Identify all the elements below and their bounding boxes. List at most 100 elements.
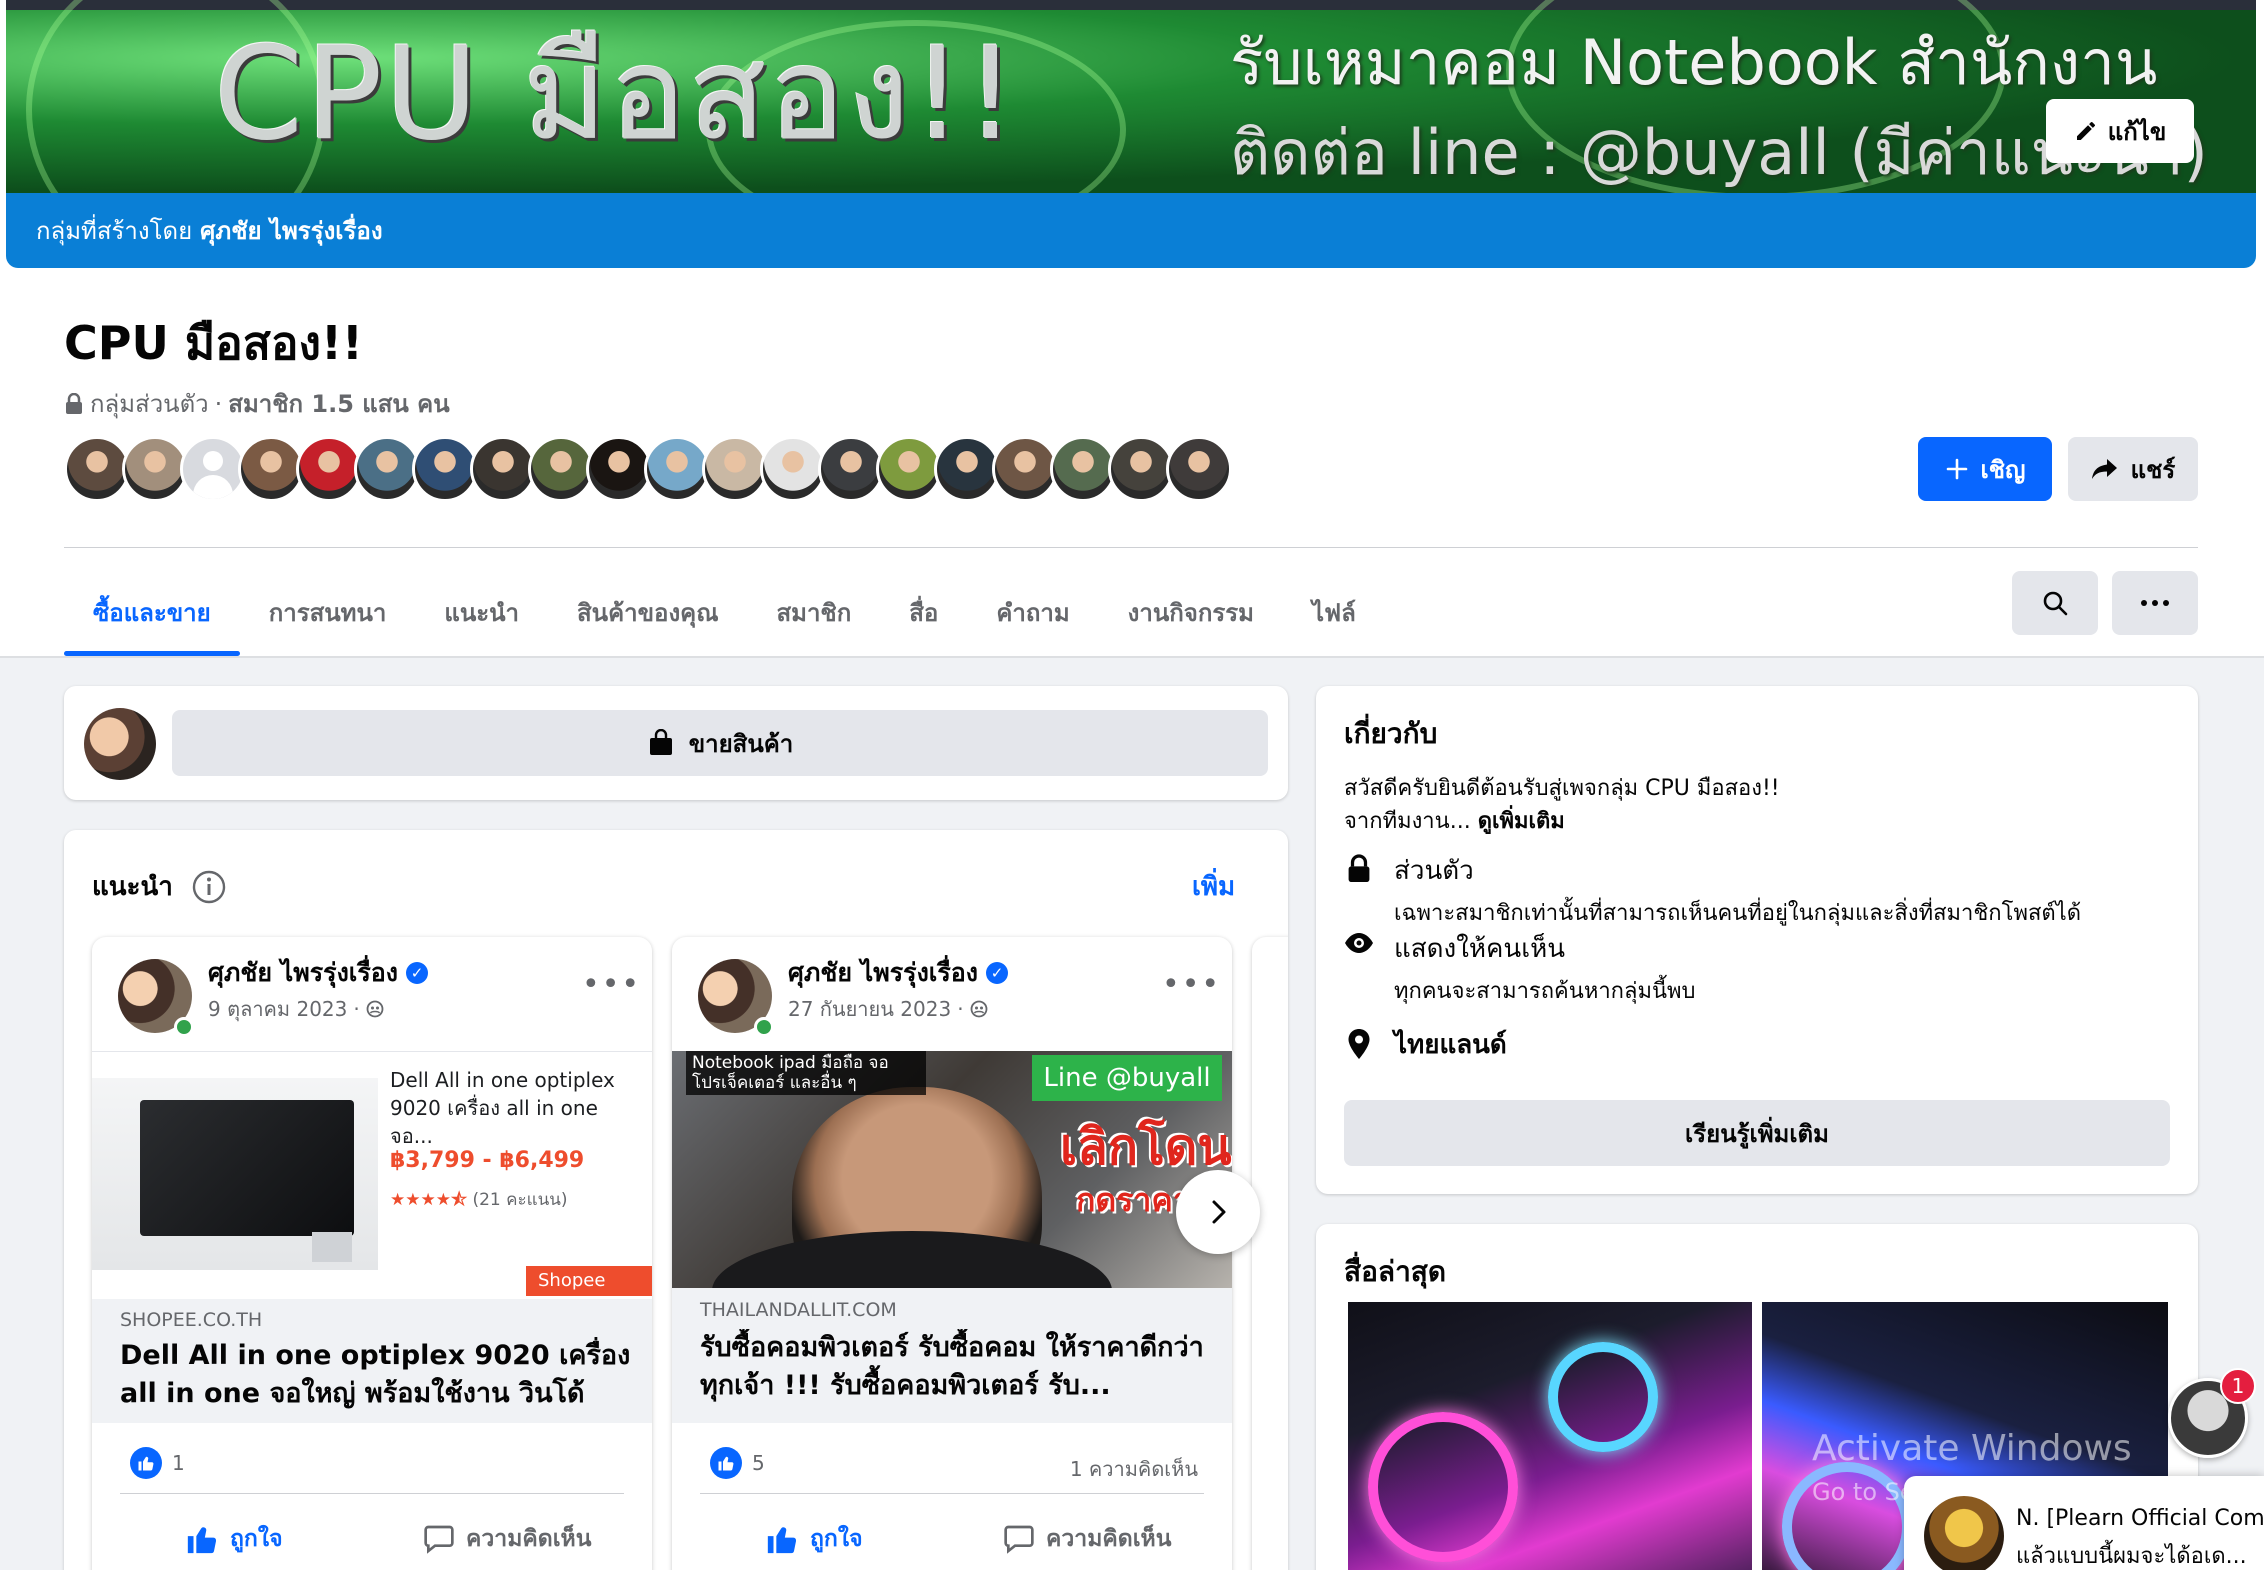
featured-more-link[interactable]: เพิ่ม bbox=[1192, 866, 1235, 907]
link-headline[interactable]: รับซื้อคอมพิวเตอร์ รับซื้อคอม ให้ราคาดีก… bbox=[700, 1329, 1212, 1405]
member-avatar[interactable] bbox=[528, 436, 594, 502]
about-title: เกี่ยวกับ bbox=[1344, 717, 1438, 750]
member-avatar[interactable] bbox=[1166, 436, 1232, 502]
post-date[interactable]: 27 กันยายน 2023 · bbox=[788, 993, 988, 1025]
about-desc-line-2: จากทีมงาน... bbox=[1344, 809, 1471, 834]
video-thumbnail[interactable]: Notebook ipad มือถือ จอ โปรเจ็คเตอร์ และ… bbox=[672, 1051, 1232, 1288]
toast-message: แล้วแบบนี้ผมจะได้อเด... bbox=[2016, 1544, 2247, 1569]
member-avatar[interactable] bbox=[818, 436, 884, 502]
member-avatar[interactable] bbox=[1050, 436, 1116, 502]
featured-card: แนะนำ เพิ่ม ศุภชัย ไพรรุ่งเรื่อง ✓ 9 ตุล… bbox=[64, 830, 1288, 1570]
member-avatar[interactable] bbox=[1108, 436, 1174, 502]
featured-post[interactable]: ศุภชัย ไพรรุ่งเรื่อง ✓ 27 กันยายน 2023 ·… bbox=[672, 937, 1232, 1570]
member-avatar[interactable] bbox=[412, 436, 478, 502]
visible-description: ทุกคนจะสามารถค้นหากลุ่มนี้พบ bbox=[1394, 979, 1696, 1004]
tab-3[interactable]: สินค้าของคุณ bbox=[548, 568, 747, 656]
tab-5[interactable]: สื่อ bbox=[880, 568, 967, 656]
cover-photo[interactable]: CPU มือสอง!! รับเหมาคอม Notebook สำนักงา… bbox=[6, 0, 2256, 268]
link-domain: THAILANDALLIT.COM bbox=[700, 1299, 897, 1321]
reaction-summary[interactable]: 1 bbox=[130, 1447, 185, 1479]
comment-button[interactable]: ความคิดเห็น bbox=[1002, 1521, 1171, 1557]
featured-title: แนะนำ bbox=[92, 872, 173, 902]
chat-notification-toast[interactable]: N. [Plearn Official Community] แล้วแบบนี… bbox=[1904, 1476, 2264, 1570]
like-button[interactable]: ถูกใจ bbox=[184, 1521, 283, 1557]
current-user-avatar[interactable] bbox=[84, 708, 156, 780]
author-name[interactable]: ศุภชัย ไพรรุ่งเรื่อง bbox=[208, 953, 398, 993]
search-button[interactable] bbox=[2012, 571, 2098, 635]
info-icon[interactable] bbox=[191, 869, 227, 905]
tab-4[interactable]: สมาชิก bbox=[747, 568, 880, 656]
date-dot: · bbox=[957, 997, 964, 1021]
tab-8[interactable]: ไฟล์ bbox=[1283, 568, 1385, 656]
member-avatar[interactable] bbox=[876, 436, 942, 502]
member-avatar[interactable] bbox=[296, 436, 362, 502]
post-date-text[interactable]: 27 กันยายน 2023 bbox=[788, 993, 951, 1025]
video-caption: Notebook ipad มือถือ จอ โปรเจ็คเตอร์ และ… bbox=[686, 1051, 926, 1095]
like-button[interactable]: ถูกใจ bbox=[764, 1521, 863, 1557]
tab-6[interactable]: คำถาม bbox=[967, 568, 1098, 656]
post-options-icon[interactable]: ••• bbox=[582, 967, 641, 1002]
post-action-divider bbox=[700, 1493, 1204, 1494]
sell-item-label: ขายสินค้า bbox=[688, 729, 794, 758]
link-headline[interactable]: Dell All in one optiplex 9020 เครื่อง al… bbox=[120, 1337, 632, 1413]
edit-cover-button[interactable]: แก้ไข bbox=[2046, 99, 2194, 163]
learn-more-button[interactable]: เรียนรู้เพิ่มเติม bbox=[1344, 1100, 2170, 1166]
product-text: Dell All in one optiplex 9020 เครื่อง al… bbox=[390, 1068, 615, 1148]
member-avatar[interactable] bbox=[64, 436, 130, 502]
member-avatar[interactable] bbox=[586, 436, 652, 502]
see-more-link[interactable]: ดูเพิ่มเติม bbox=[1478, 809, 1565, 834]
more-options-button[interactable] bbox=[2112, 571, 2198, 635]
media-thumbnail[interactable] bbox=[1348, 1302, 1752, 1570]
member-avatars[interactable] bbox=[64, 436, 1232, 502]
member-avatar[interactable] bbox=[934, 436, 1000, 502]
more-dots-icon bbox=[2141, 600, 2169, 606]
post-date-text[interactable]: 9 ตุลาคม 2023 bbox=[208, 993, 347, 1025]
shopping-bag-icon bbox=[649, 729, 672, 755]
carousel-next-button[interactable] bbox=[1176, 1170, 1260, 1254]
tab-0[interactable]: ซื้อและขาย bbox=[64, 568, 240, 656]
member-avatar[interactable] bbox=[180, 436, 246, 502]
group-members-audience-icon bbox=[366, 1000, 384, 1018]
share-button[interactable]: แชร์ bbox=[2068, 437, 2198, 501]
invite-button[interactable]: เชิญ bbox=[1918, 437, 2052, 501]
post-date[interactable]: 9 ตุลาคม 2023 · bbox=[208, 993, 384, 1025]
rgb-fan-graphic bbox=[1368, 1412, 1518, 1562]
group-privacy[interactable]: กลุ่มส่วนตัว bbox=[90, 384, 209, 423]
member-avatar[interactable] bbox=[992, 436, 1058, 502]
member-avatar[interactable] bbox=[122, 436, 188, 502]
shopee-preview[interactable]: Dell All in one optiplex 9020 เครื่อง al… bbox=[92, 1051, 652, 1296]
member-avatar[interactable] bbox=[238, 436, 304, 502]
group-members-count[interactable]: สมาชิก 1.5 แสน คน bbox=[228, 384, 449, 423]
reaction-summary[interactable]: 5 bbox=[710, 1447, 765, 1479]
member-avatar[interactable] bbox=[354, 436, 420, 502]
author-name[interactable]: ศุภชัย ไพรรุ่งเรื่อง bbox=[788, 953, 978, 993]
comment-button[interactable]: ความคิดเห็น bbox=[422, 1521, 591, 1557]
like-reaction-icon bbox=[130, 1447, 162, 1479]
sell-composer-card: ขายสินค้า bbox=[64, 686, 1288, 800]
sell-item-button[interactable]: ขายสินค้า bbox=[172, 710, 1268, 776]
member-avatar[interactable] bbox=[470, 436, 536, 502]
member-avatar[interactable] bbox=[644, 436, 710, 502]
post-options-icon[interactable]: ••• bbox=[1162, 967, 1221, 1002]
group-title[interactable]: CPU มือสอง!! bbox=[64, 313, 363, 373]
recent-media-title: สื่อล่าสุด bbox=[1344, 1255, 1447, 1288]
rating-count: (21 คะแนน) bbox=[472, 1190, 568, 1210]
member-avatar[interactable] bbox=[702, 436, 768, 502]
created-by-name[interactable]: ศุภชัย ไพรรุ่งเรื่อง bbox=[200, 211, 382, 250]
share-label: แชร์ bbox=[2130, 455, 2176, 484]
featured-post-peek[interactable] bbox=[1252, 937, 1288, 1570]
tab-7[interactable]: งานกิจกรรม bbox=[1099, 568, 1283, 656]
post-author[interactable]: ศุภชัย ไพรรุ่งเรื่อง ✓ bbox=[788, 953, 1008, 993]
location-text[interactable]: ไทยแลนด์ bbox=[1394, 1024, 1507, 1065]
post-author[interactable]: ศุภชัย ไพรรุ่งเรื่อง ✓ bbox=[208, 953, 428, 993]
tab-2[interactable]: แนะนำ bbox=[415, 568, 548, 656]
video-red-text: เลิกโดน bbox=[1060, 1118, 1232, 1176]
created-by-prefix: กลุ่มที่สร้างโดย bbox=[36, 217, 193, 245]
windows-activation-watermark: Activate Windows bbox=[1812, 1428, 2132, 1469]
video-line-banner: Line @buyall bbox=[1032, 1055, 1222, 1101]
tab-1[interactable]: การสนทนา bbox=[240, 568, 416, 656]
link-domain: SHOPEE.CO.TH bbox=[120, 1309, 263, 1331]
featured-post[interactable]: ศุภชัย ไพรรุ่งเรื่อง ✓ 9 ตุลาคม 2023 · •… bbox=[92, 937, 652, 1570]
comment-count[interactable]: 1 ความคิดเห็น bbox=[1070, 1453, 1198, 1485]
member-avatar[interactable] bbox=[760, 436, 826, 502]
